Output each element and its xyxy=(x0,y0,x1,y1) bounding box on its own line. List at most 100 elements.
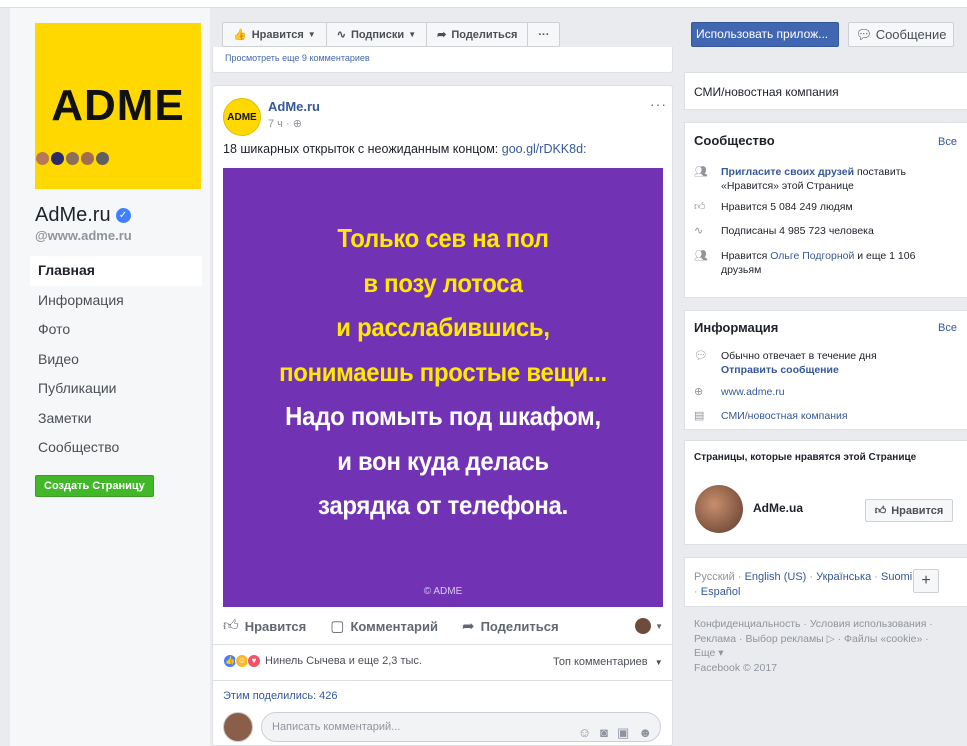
nav-item-community[interactable]: Сообщество xyxy=(30,433,202,463)
post-author-name[interactable]: AdMe.ru xyxy=(268,99,320,114)
add-language-button[interactable]: + xyxy=(913,569,939,593)
camera-icon[interactable]: ◙ xyxy=(600,719,608,746)
nav-item-photos[interactable]: Фото xyxy=(30,315,202,345)
divider xyxy=(213,680,672,681)
post-share-button[interactable]: ➦ Поделиться xyxy=(462,617,559,635)
message-button[interactable]: 💬︎ Сообщение xyxy=(848,22,954,47)
globe-icon: ⊕ xyxy=(292,118,302,130)
nav-item-videos[interactable]: Видео xyxy=(30,345,202,375)
use-app-button[interactable]: Использовать прилож... xyxy=(691,22,839,47)
language-card: Русский · English (US) · Українська · Su… xyxy=(684,557,967,607)
friend-avatar[interactable] xyxy=(96,152,109,165)
community-see-all-link[interactable]: Все xyxy=(938,136,957,148)
friend-avatar[interactable] xyxy=(81,152,94,165)
subscriptions-button[interactable]: ∿ Подписки ▼ xyxy=(325,22,428,47)
page-category[interactable]: СМИ/новостная компания xyxy=(694,85,839,99)
community-card: Сообщество Все 👥︎ Пригласите своих друзе… xyxy=(684,122,967,298)
category-card: СМИ/новостная компания xyxy=(684,72,967,110)
like-page-button[interactable]: 👍 Нравится ▼ xyxy=(222,22,327,47)
liked-page-like-button[interactable]: 👍︎ Нравится xyxy=(865,499,953,522)
more-options-button[interactable]: ··· xyxy=(527,22,561,47)
subscriptions-label: Подписки xyxy=(350,28,405,41)
nav-item-notes[interactable]: Заметки xyxy=(30,404,202,434)
thumbs-up-icon: 👍 xyxy=(233,29,247,41)
rss-icon: ∿ xyxy=(336,29,346,41)
post-text-body: 18 шикарных открыток с неожиданным концо… xyxy=(223,142,502,156)
messenger-icon: 💬︎ xyxy=(694,350,708,362)
language-link[interactable]: Español xyxy=(701,586,741,598)
caret-down-icon: ▼ xyxy=(655,621,663,631)
current-user-avatar xyxy=(223,712,253,742)
nav-item-home[interactable]: Главная xyxy=(30,256,202,286)
page-name-link[interactable]: AdMe.ru xyxy=(35,204,111,227)
footer-links: Конфиденциальность · Условия использован… xyxy=(694,617,954,675)
post-text: 18 шикарных открыток с неожиданным концо… xyxy=(223,142,587,156)
page-followers-text[interactable]: Подписаны 4 985 723 человека xyxy=(721,224,874,238)
reactions-summary[interactable]: 👍 ☺ ♥ Нинель Сычева и еще 2,3 тыс. xyxy=(223,654,422,668)
comment-input[interactable]: Написать комментарий... ☺ ◙ ▣ ☻ xyxy=(261,712,661,742)
image-line: Только сев на пол xyxy=(337,223,549,253)
friend-avatar[interactable] xyxy=(51,152,64,165)
footer-line[interactable]: Конфиденциальность · Условия использован… xyxy=(694,617,954,632)
page-handle: @www.adme.ru xyxy=(35,228,132,243)
share-page-label: Поделиться xyxy=(451,28,518,41)
post-options-button[interactable]: ··· xyxy=(650,96,667,112)
footer-more-link[interactable]: Еще ▾ xyxy=(694,646,954,661)
invite-friends-link[interactable]: Пригласите своих друзей xyxy=(721,166,854,178)
post-timestamp[interactable]: 7 ч · ⊕ xyxy=(268,117,302,130)
footer-line[interactable]: Реклама · Выбор рекламы ▷ · Файлы «cooki… xyxy=(694,632,954,647)
info-see-all-link[interactable]: Все xyxy=(938,322,957,334)
create-page-button[interactable]: Создать Страницу xyxy=(35,475,154,497)
emoji-icon[interactable]: ☺ xyxy=(578,719,591,746)
friend-avatar[interactable] xyxy=(66,152,79,165)
page-name[interactable]: AdMe.ru ✓ xyxy=(35,204,131,227)
thumbs-up-icon: 👍︎ xyxy=(874,505,887,517)
image-watermark: © ADME xyxy=(423,586,463,597)
category-link[interactable]: СМИ/новостная компания xyxy=(721,409,848,423)
category-item: ▤ СМИ/новостная компания xyxy=(694,409,848,423)
friend-avatar[interactable] xyxy=(36,152,49,165)
page-likes-text[interactable]: Нравится 5 084 249 людям xyxy=(721,200,853,214)
post-author-avatar[interactable]: ADME xyxy=(223,98,261,136)
logo-text: ADME xyxy=(51,81,185,130)
thumbs-up-icon: 👍︎ xyxy=(694,201,706,213)
verified-badge-icon: ✓ xyxy=(115,208,131,223)
image-line: и расслабившись, xyxy=(336,312,550,342)
rss-icon: ∿ xyxy=(694,225,704,237)
comment-sort-dropdown[interactable]: Топ комментариев ▼ xyxy=(553,656,663,668)
info-title[interactable]: Информация xyxy=(694,320,778,335)
language-link[interactable]: Suomi xyxy=(881,571,912,583)
thumbs-up-icon: 👍︎ xyxy=(223,617,239,634)
post-as-selector[interactable]: ▼ xyxy=(635,618,663,634)
post-comment-button[interactable]: ▢ Комментарий xyxy=(330,617,438,635)
friends-avatars xyxy=(36,152,111,165)
shares-count-link[interactable]: Этим поделились: 426 xyxy=(223,690,338,702)
previous-post-card: Просмотреть еще 9 комментариев xyxy=(212,47,673,73)
website-link[interactable]: www.adme.ru xyxy=(721,385,785,399)
liked-page-avatar[interactable] xyxy=(695,485,743,533)
liked-pages-title: Страницы, которые нравятся этой Странице xyxy=(694,452,917,463)
post-image[interactable]: Только сев на пол в позу лотоса и рассла… xyxy=(223,168,663,607)
post-like-button[interactable]: 👍︎ Нравится xyxy=(223,617,306,635)
friends-like-prefix: Нравится xyxy=(721,250,771,262)
language-link[interactable]: Українська xyxy=(816,571,871,583)
gif-icon[interactable]: ▣ xyxy=(617,719,629,746)
send-message-link[interactable]: Отправить сообщение xyxy=(721,364,839,376)
sticker-icon[interactable]: ☻ xyxy=(638,719,652,746)
community-title[interactable]: Сообщество xyxy=(694,133,775,148)
current-language: Русский · xyxy=(694,571,745,583)
share-page-button[interactable]: ➦ Поделиться xyxy=(426,22,529,47)
messenger-icon: 💬︎ xyxy=(855,27,876,42)
liked-page-name[interactable]: AdMe.ua xyxy=(753,501,803,515)
post-link[interactable]: goo.gl/rDKK8d: xyxy=(502,142,587,156)
view-more-comments-link[interactable]: Просмотреть еще 9 комментариев xyxy=(225,53,370,63)
nav-item-posts[interactable]: Публикации xyxy=(30,374,202,404)
reactions-text: Нинель Сычева и еще 2,3 тыс. xyxy=(265,655,422,667)
website-item: ⊕ www.adme.ru xyxy=(694,385,785,399)
post-share-label: Поделиться xyxy=(480,618,559,634)
liked-pages-card: Страницы, которые нравятся этой Странице… xyxy=(684,440,967,545)
image-line: понимаешь простые вещи... xyxy=(279,356,607,387)
language-link[interactable]: English (US) xyxy=(745,571,807,583)
friend-name-link[interactable]: Ольге Подгорной xyxy=(770,250,854,262)
nav-item-info[interactable]: Информация xyxy=(30,286,202,316)
